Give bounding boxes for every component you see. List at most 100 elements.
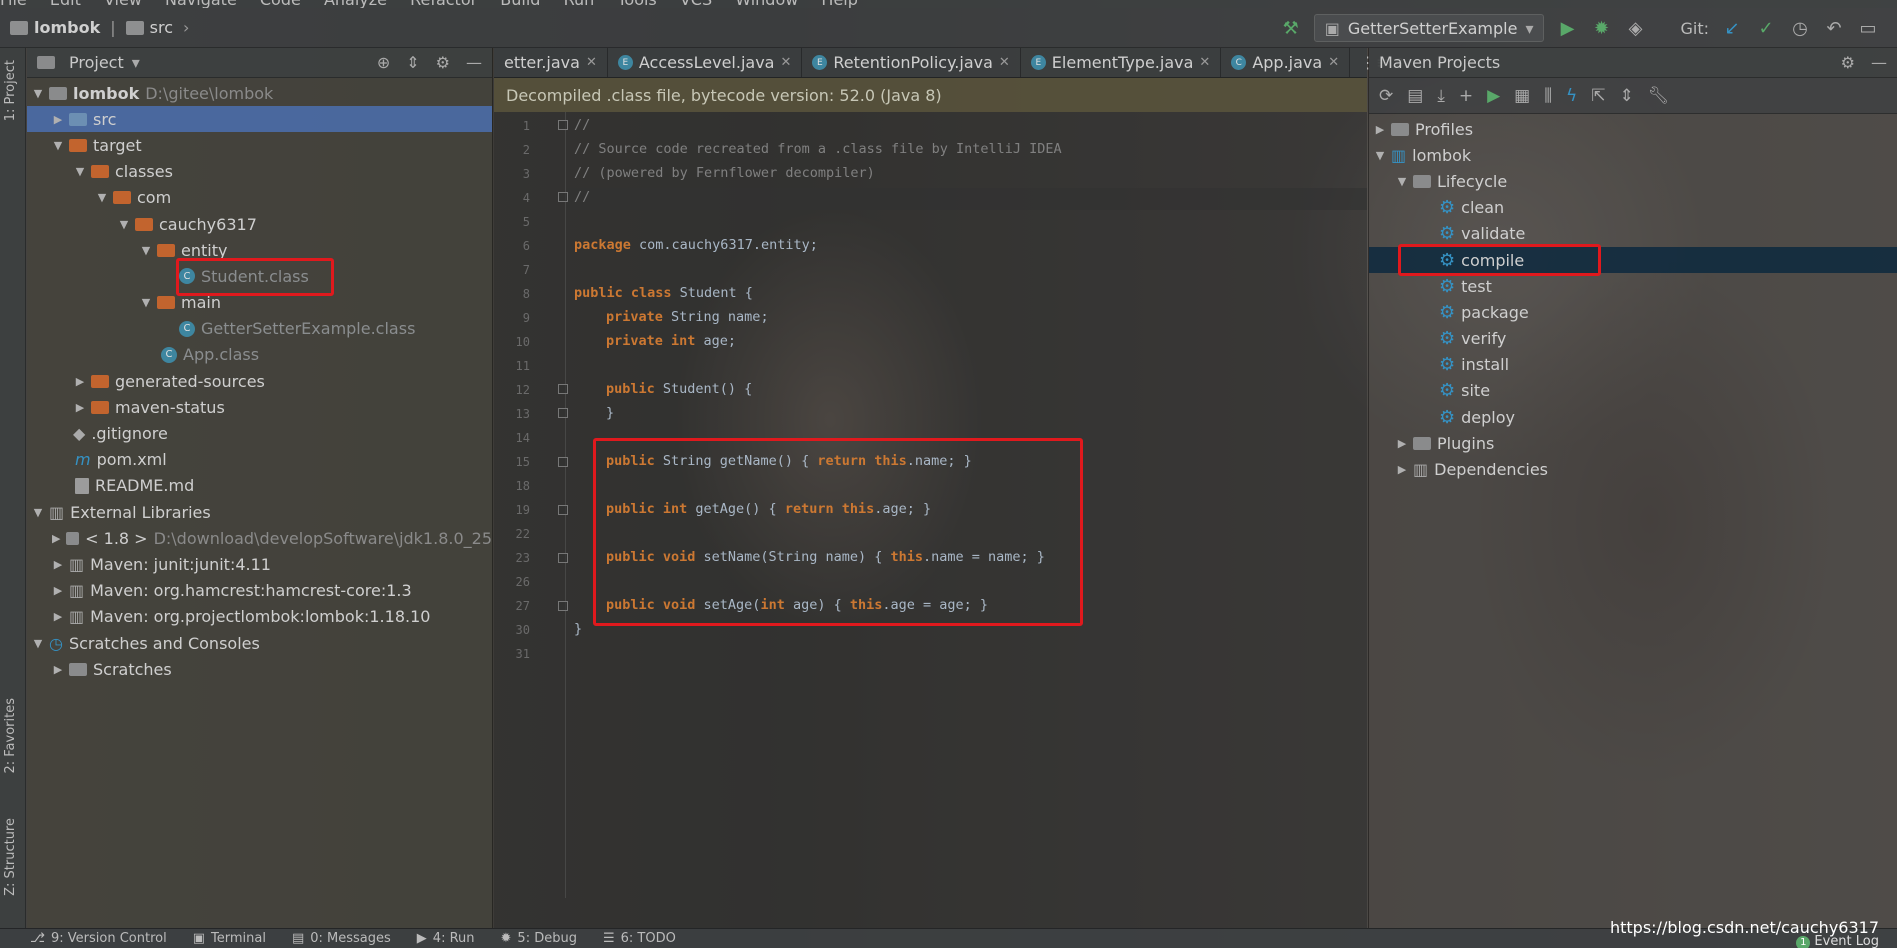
tree-item-junit[interactable]: ▶ ▥ Maven: junit:junit:4.11 [27,551,492,577]
breadcrumb-project[interactable]: lombok [34,18,100,37]
tree-item-readme[interactable]: README.md [27,473,492,499]
reimport-icon[interactable]: ⟳ [1379,86,1393,106]
breadcrumb-folder[interactable]: src [150,18,173,37]
hide-panel-icon[interactable]: — [1871,53,1887,72]
tree-item-scratches-consoles[interactable]: ▼ ◷ Scratches and Consoles [27,630,492,656]
menu-run[interactable]: Run [564,0,595,8]
maven-item-plugins[interactable]: ▶ Plugins [1369,430,1897,456]
menu-file[interactable]: File [0,0,27,8]
tool-tab-terminal[interactable]: ▣ Terminal [193,931,266,946]
menu-navigate[interactable]: Navigate [165,0,237,8]
maven-phase-test[interactable]: ⚙ test [1369,273,1897,299]
tree-item-src[interactable]: ▶ src [27,106,492,133]
close-icon[interactable]: ✕ [780,55,791,70]
tree-item-gitignore[interactable]: ◆ .gitignore [27,420,492,446]
tool-tab-run[interactable]: ▶ 4: Run [417,931,475,946]
project-tool-tab[interactable]: 1: Project [3,60,18,121]
tool-tab-messages[interactable]: ▤ 0: Messages [292,931,391,946]
tree-item-cauchy6317[interactable]: ▼ cauchy6317 [27,211,492,237]
close-icon[interactable]: ✕ [1199,55,1210,70]
download-icon[interactable]: ⤓ [1437,86,1445,106]
tree-item-app-class[interactable]: C App.class [27,342,492,368]
tool-tab-todo[interactable]: ☰ 6: TODO [603,931,676,946]
add-icon[interactable]: + [1459,86,1473,106]
menu-refactor[interactable]: Refactor [410,0,477,8]
skip-tests-icon[interactable]: ϟ [1566,86,1577,106]
collapse-all-icon[interactable]: ⇕ [406,53,419,72]
tree-item-getter-setter-class[interactable]: C GetterSetterExample.class [27,316,492,342]
tab-app[interactable]: C App.java ✕ [1221,48,1351,77]
maven-phase-clean[interactable]: ⚙ clean [1369,195,1897,221]
tab-element-type[interactable]: E ElementType.java ✕ [1021,48,1222,77]
tool-tab-debug[interactable]: ✹ 5: Debug [501,931,577,946]
tree-item-generated-sources[interactable]: ▶ generated-sources [27,368,492,394]
maven-phase-site[interactable]: ⚙ site [1369,378,1897,404]
run-config-icon[interactable]: ▦ [1514,86,1530,106]
event-log-button[interactable]: 1 Event Log [1796,934,1879,948]
tree-item-scratches[interactable]: ▶ Scratches [27,656,492,682]
locate-target-icon[interactable]: ⊕ [377,53,390,72]
maven-item-project[interactable]: ▼ ▥ lombok [1369,142,1897,168]
fold-marker-icon[interactable] [558,120,568,130]
fold-marker-icon[interactable] [558,408,568,418]
build-hammer-icon[interactable]: ⚒ [1280,18,1302,39]
menu-build[interactable]: Build [500,0,540,8]
tab-access-level[interactable]: E AccessLevel.java ✕ [608,48,803,77]
maven-item-dependencies[interactable]: ▶ ▥ Dependencies [1369,456,1897,482]
show-dependencies-icon[interactable]: ⇱ [1591,86,1605,106]
fold-marker-icon[interactable] [558,505,568,515]
git-history-icon[interactable]: ◷ [1789,18,1811,39]
tab-getter-setter[interactable]: etter.java ✕ [494,48,608,77]
menu-edit[interactable]: Edit [50,0,81,8]
maven-phase-install[interactable]: ⚙ install [1369,352,1897,378]
maven-phase-validate[interactable]: ⚙ validate [1369,221,1897,247]
debug-bug-icon[interactable]: ✹ [1590,18,1612,39]
favorites-tool-tab[interactable]: 2: Favorites [3,698,18,774]
collapse-all-icon[interactable]: ⇕ [1620,86,1634,106]
tree-item-external-libraries[interactable]: ▼ ▥ External Libraries [27,499,492,525]
more-icon[interactable]: ▭ [1857,18,1879,39]
close-icon[interactable]: ✕ [586,55,597,70]
gear-icon[interactable]: ⚙ [436,53,450,72]
run-icon[interactable]: ▶ [1556,18,1578,39]
menu-code[interactable]: Code [260,0,301,8]
run-configuration-select[interactable]: ▣ GetterSetterExample ▾ [1313,14,1545,42]
tree-item-classes[interactable]: ▼ classes [27,159,492,185]
close-icon[interactable]: ✕ [999,55,1010,70]
menu-view[interactable]: View [104,0,142,8]
tree-item-hamcrest[interactable]: ▶ ▥ Maven: org.hamcrest:hamcrest-core:1.… [27,578,492,604]
menu-analyze[interactable]: Analyze [324,0,387,8]
structure-tool-tab[interactable]: Z: Structure [3,818,18,896]
maven-phase-deploy[interactable]: ⚙ deploy [1369,404,1897,430]
project-panel-title[interactable]: Project [69,53,124,72]
maven-item-lifecycle[interactable]: ▼ Lifecycle [1369,168,1897,194]
git-commit-check-icon[interactable]: ✓ [1755,18,1777,39]
generate-sources-icon[interactable]: ▤ [1407,86,1423,106]
menu-tools[interactable]: Tools [617,0,656,8]
tree-item-root[interactable]: ▼ lombok D:\gitee\lombok [27,80,492,106]
tree-item-pom[interactable]: m pom.xml [27,447,492,473]
gear-icon[interactable]: ⚙ [1841,53,1855,72]
fold-marker-icon[interactable] [558,457,568,467]
run-icon[interactable]: ▶ [1487,86,1500,106]
tree-item-maven-status[interactable]: ▶ maven-status [27,394,492,420]
hide-panel-icon[interactable]: — [466,53,482,72]
tab-retention-policy[interactable]: E RetentionPolicy.java ✕ [802,48,1021,77]
git-revert-icon[interactable]: ↶ [1823,18,1845,39]
fold-marker-icon[interactable] [558,384,568,394]
menu-vcs[interactable]: VCS [680,0,712,8]
toggle-offline-icon[interactable]: ⫼ [1544,86,1552,106]
coverage-icon[interactable]: ◈ [1624,18,1646,39]
fold-marker-icon[interactable] [558,601,568,611]
maven-phase-package[interactable]: ⚙ package [1369,299,1897,325]
menu-window[interactable]: Window [735,0,798,8]
fold-marker-icon[interactable] [558,192,568,202]
chevron-down-icon[interactable]: ▾ [132,53,140,72]
close-icon[interactable]: ✕ [1328,55,1339,70]
maven-phase-verify[interactable]: ⚙ verify [1369,326,1897,352]
wrench-settings-icon[interactable]: 🔧︎ [1648,86,1670,106]
fold-marker-icon[interactable] [558,553,568,563]
tree-item-target[interactable]: ▼ target [27,132,492,158]
tree-item-jdk[interactable]: ▶ < 1.8 > D:\download\developSoftware\jd… [27,525,492,551]
menu-help[interactable]: Help [821,0,857,8]
